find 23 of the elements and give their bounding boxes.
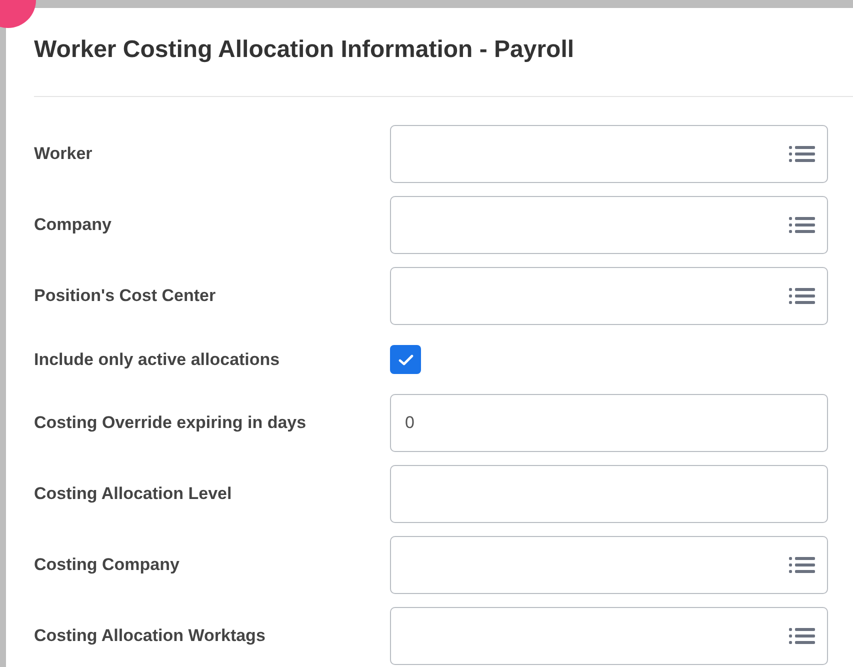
list-icon[interactable] <box>789 626 815 646</box>
field-label: Worker <box>34 143 94 166</box>
field-label: Company <box>34 214 112 236</box>
field-label: Costing Allocation Level <box>34 483 233 506</box>
list-icon[interactable] <box>789 286 815 306</box>
form-title: Worker Costing Allocation Information - Payroll <box>34 35 574 65</box>
checkbox[interactable] <box>390 345 421 374</box>
prompt-field[interactable] <box>390 536 828 594</box>
field-label: Costing Allocation Worktags <box>34 625 266 648</box>
field-label: Costing Override expiring in days <box>34 412 308 434</box>
prompt-field[interactable] <box>390 196 828 254</box>
prompt-field[interactable] <box>390 607 828 665</box>
list-icon[interactable] <box>789 215 815 235</box>
input-field[interactable] <box>390 465 828 523</box>
field-label: Position's Cost Center <box>34 285 217 308</box>
list-icon[interactable] <box>789 555 815 575</box>
field-label: Include only active allocations <box>34 348 281 371</box>
list-icon[interactable] <box>789 144 815 164</box>
prompt-field[interactable] <box>390 125 828 183</box>
field-label: Costing Company <box>34 554 180 576</box>
prompt-field[interactable] <box>390 267 828 325</box>
input-field[interactable]: 0 <box>390 394 828 452</box>
checkmark-icon <box>398 352 414 366</box>
